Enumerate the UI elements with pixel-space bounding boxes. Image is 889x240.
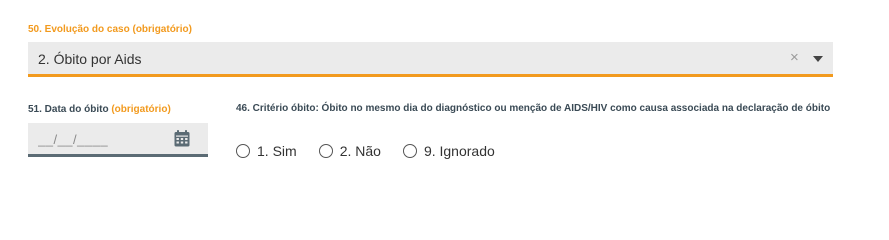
evolucao-label: 50. Evolução do caso (obrigatório) — [28, 24, 192, 35]
radio-button[interactable] — [402, 144, 417, 158]
radio-option-nao[interactable]: 2. Não — [318, 143, 381, 159]
criterio-obito-radio-group: 1. Sim 2. Não 9. Ignorado — [236, 143, 517, 159]
radio-label: 9. Ignorado — [423, 143, 495, 159]
radio-button[interactable] — [318, 144, 333, 158]
data-obito-label-text: 51. Data do óbito — [28, 104, 109, 115]
radio-option-sim[interactable]: 1. Sim — [236, 143, 297, 159]
radio-option-ignorado[interactable]: 9. Ignorado — [402, 143, 495, 159]
close-icon[interactable]: × — [790, 49, 799, 66]
calendar-icon[interactable] — [174, 130, 190, 147]
data-obito-input[interactable] — [38, 132, 148, 147]
radio-label: 1. Sim — [257, 143, 297, 159]
required-marker: (obrigatório) — [111, 104, 171, 115]
radio-label: 2. Não — [339, 143, 381, 159]
chevron-down-icon[interactable] — [813, 56, 823, 62]
form-section: 50. Evolução do caso (obrigatório) 2. Ób… — [0, 0, 889, 201]
evolucao-selected-value: 2. Óbito por Aids — [38, 51, 142, 67]
criterio-obito-label: 46. Critério óbito: Óbito no mesmo dia d… — [236, 103, 831, 114]
evolucao-select[interactable]: 2. Óbito por Aids × — [28, 42, 833, 77]
data-obito-label: 51. Data do óbito (obrigatório) — [28, 104, 171, 115]
radio-button[interactable] — [236, 144, 250, 158]
data-obito-field[interactable] — [28, 123, 208, 157]
